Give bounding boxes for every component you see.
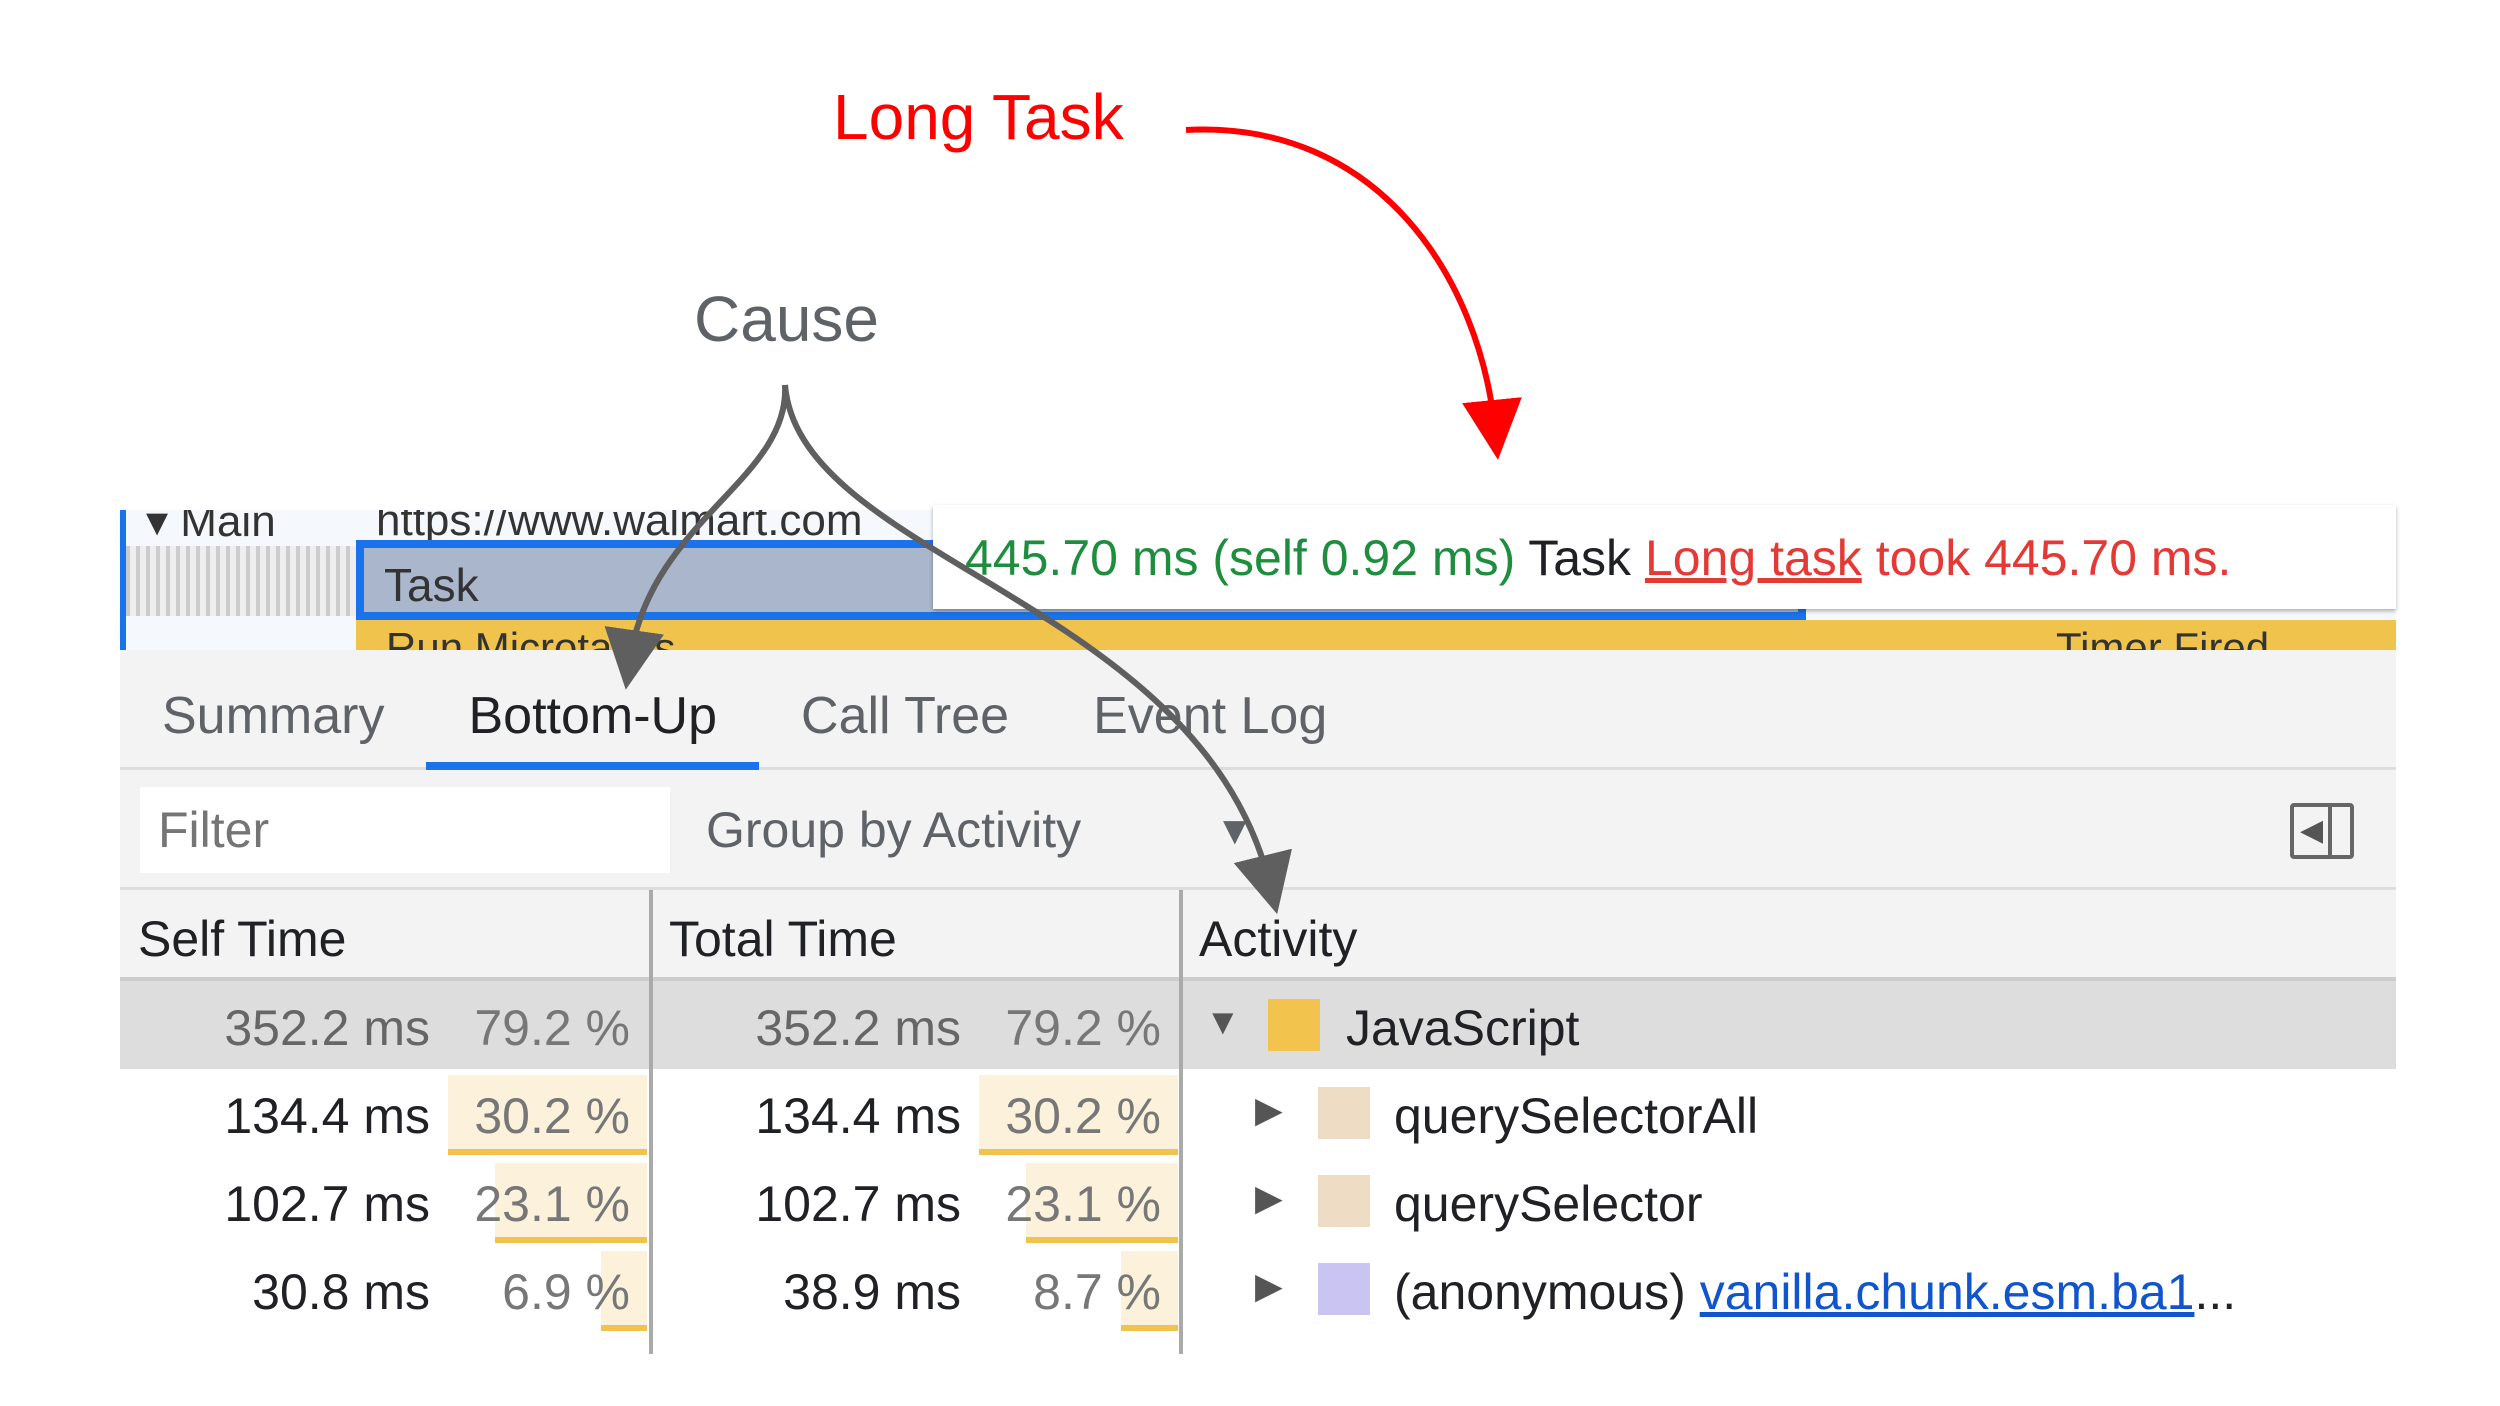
- annotation-arrows: [604, 126, 1522, 915]
- cause-arrow-left: [604, 384, 789, 690]
- cause-arrow-right: [782, 384, 1292, 915]
- long-task-arrow: [1185, 126, 1522, 460]
